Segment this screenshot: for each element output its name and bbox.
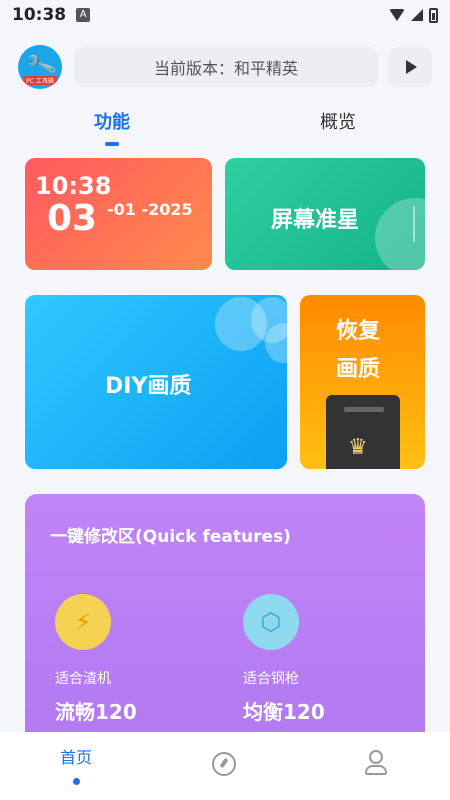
nav-home-label: 首页 <box>59 748 92 767</box>
feature-balanced-120[interactable]: ⬡ 适合钢枪 均衡120 <box>243 594 325 725</box>
status-icons <box>389 7 438 23</box>
decoration-line <box>413 206 415 242</box>
tab-bar: 功能 概览 <box>0 108 450 150</box>
clock-day: 03 <box>47 198 98 239</box>
feature-subtitle: 适合渣机 <box>55 671 111 687</box>
user-icon-head <box>369 750 383 764</box>
tab-overview[interactable]: 概览 <box>288 108 388 134</box>
signal-icon <box>411 9 423 21</box>
clock-time: 10:38 <box>35 172 112 200</box>
feature-title: 均衡120 <box>243 700 325 724</box>
status-time: 10:38 <box>12 5 67 25</box>
version-display[interactable]: 当前版本：和平精英 <box>74 47 378 87</box>
battery-icon <box>429 7 438 23</box>
quick-features-title: 一键修改区(Quick features) <box>50 527 291 547</box>
clock-card[interactable]: 10:38 03 -01 -2025 <box>25 158 212 270</box>
play-button[interactable] <box>388 47 432 87</box>
quick-features-card: 一键修改区(Quick features) ⚡ 适合渣机 流畅120 ⬡ 适合钢… <box>25 494 425 744</box>
logo-tag: PC 工具箱 <box>23 76 57 85</box>
tab-features[interactable]: 功能 <box>62 108 162 134</box>
compass-icon[interactable] <box>212 752 236 776</box>
nav-home[interactable]: 首页 <box>56 744 96 785</box>
hexagon-gem-icon: ⬡ <box>243 594 299 650</box>
app-logo[interactable]: 🔧 PC 工具箱 <box>18 45 62 89</box>
crown-icon: ♛ <box>348 435 368 460</box>
nav-active-dot <box>72 778 80 785</box>
restore-line-2: 画质 <box>336 357 381 382</box>
status-bar: 10:38 A <box>0 0 450 30</box>
diy-quality-card[interactable]: DIY画质 <box>25 295 287 469</box>
device-icon: ♛ <box>326 395 400 469</box>
top-bar: 🔧 PC 工具箱 当前版本：和平精英 <box>18 42 432 92</box>
notification-icon: A <box>76 8 91 22</box>
clock-date: -01 -2025 <box>107 200 193 219</box>
play-icon <box>406 60 417 74</box>
tab-indicator <box>105 142 119 146</box>
diy-quality-label: DIY画质 <box>105 374 192 399</box>
user-icon[interactable] <box>364 750 388 776</box>
wifi-icon <box>389 9 405 21</box>
feature-subtitle: 适合钢枪 <box>243 671 299 687</box>
restore-line-1: 恢复 <box>336 319 381 344</box>
crosshair-label: 屏幕准星 <box>271 208 360 233</box>
lightning-shield-icon: ⚡ <box>55 594 111 650</box>
restore-quality-card[interactable]: 恢复 画质 ♛ <box>300 295 425 469</box>
restore-quality-label: 恢复 画质 <box>336 313 380 389</box>
bottom-nav: 首页 <box>0 732 450 800</box>
feature-title: 流畅120 <box>55 700 137 724</box>
chart-decoration-icon <box>375 198 425 270</box>
user-icon-body <box>365 765 387 775</box>
device-slot <box>344 407 384 412</box>
crosshair-card[interactable]: 屏幕准星 <box>225 158 425 270</box>
feature-smooth-120[interactable]: ⚡ 适合渣机 流畅120 <box>55 594 137 725</box>
